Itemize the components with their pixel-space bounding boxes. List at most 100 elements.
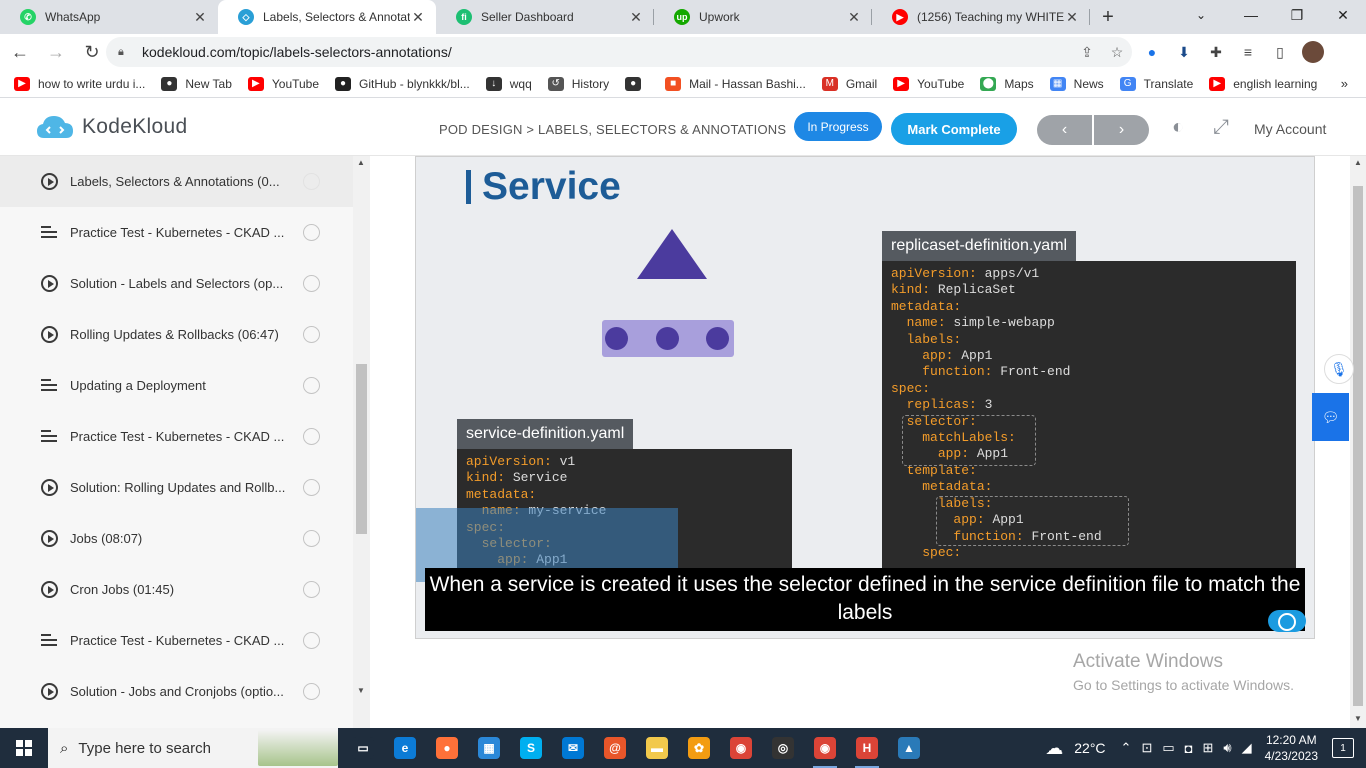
bookmark-item[interactable]: ▶ YouTube [247,76,319,91]
completion-circle-icon[interactable] [303,530,320,547]
completion-circle-icon[interactable] [303,428,320,445]
completion-circle-icon[interactable] [303,683,320,700]
new-tab-icon[interactable]: + [1090,0,1126,34]
start-button[interactable] [0,728,48,768]
page-scroll-thumb[interactable] [1353,186,1363,706]
completion-circle-icon[interactable] [303,377,320,394]
my-account-link[interactable]: My Account [1254,121,1326,137]
close-tab-icon[interactable]: ✕ [628,9,644,26]
download-extension-icon[interactable]: ⬇ [1168,37,1200,67]
previous-lesson-button[interactable]: ‹ [1037,115,1092,145]
lesson-item[interactable]: Labels, Selectors & Annotations (0... [0,156,353,207]
bookmark-star-icon[interactable]: ☆ [1102,44,1132,61]
sidebar-scrollbar[interactable]: ▲ ▼ [353,156,370,728]
lesson-item[interactable]: Solution - Labels and Selectors (op... [0,258,353,309]
close-tab-icon[interactable]: ✕ [410,9,426,26]
taskbar-app[interactable]: @ [597,728,633,768]
browser-tab[interactable]: up Upwork ✕ [654,0,872,34]
taskbar-app[interactable]: ▲ [891,728,927,768]
bookmark-item[interactable]: ▶ english learning [1209,76,1317,91]
lesson-item[interactable]: Solution - Jobs and Cronjobs (optio... [0,666,353,717]
browser-tab[interactable]: fi Seller Dashboard ✕ [436,0,654,34]
lesson-item[interactable]: Solution: Rolling Updates and Rollb... [0,462,353,513]
taskbar-app[interactable]: e [387,728,423,768]
completion-circle-icon[interactable] [303,632,320,649]
lesson-item[interactable]: Practice Test - Kubernetes - CKAD ... [0,411,353,462]
bookmark-item[interactable]: ▶ how to write urdu i... [14,76,145,91]
completion-circle-icon[interactable] [303,581,320,598]
taskbar-app[interactable]: ● [429,728,465,768]
taskbar-app[interactable]: ◎ [765,728,801,768]
mark-complete-button[interactable]: Mark Complete [891,113,1017,145]
wifi-icon[interactable]: ◢ [1242,740,1252,756]
taskbar-app[interactable]: ▭ [345,728,381,768]
fullscreen-icon[interactable]: ⤢ [1213,116,1229,139]
lesson-item[interactable]: Jobs (08:07) [0,513,353,564]
more-bookmarks-icon[interactable]: » [1341,76,1348,91]
page-scrollbar[interactable]: ▲ ▼ [1350,156,1366,728]
bookmark-item[interactable]: ▶ YouTube [893,76,964,91]
browser-tab[interactable]: ✆ WhatsApp ✕ [0,0,218,34]
sidebar-scroll-thumb[interactable] [356,364,367,534]
profile-avatar[interactable] [1302,41,1324,63]
completion-circle-icon[interactable] [303,224,320,241]
bookmark-item[interactable]: ▦ News [1049,76,1104,91]
taskbar-search-input[interactable]: ⌕ Type here to search [48,728,338,768]
tab-search-icon[interactable]: ⌄ [1186,0,1216,30]
taskbar-app[interactable]: ◉ [807,728,843,768]
side-panel-icon[interactable]: ▯ [1264,37,1296,67]
bookmark-item[interactable]: ↓ wqq [485,76,532,91]
reload-icon[interactable]: ↻ [76,36,108,68]
voice-input-icon[interactable]: 🎙︎ [1324,354,1354,384]
bookmark-item[interactable]: ↺ History [547,76,609,91]
url-text[interactable]: kodekloud.com/topic/labels-selectors-ann… [142,44,1072,60]
completion-circle-icon[interactable] [303,173,320,190]
lesson-item[interactable]: Cron Jobs (01:45) [0,564,353,615]
bookmark-item[interactable]: ■ Mail - Hassan Bashi... [665,76,806,91]
temperature[interactable]: 22°C [1074,740,1105,756]
puzzle-extensions-icon[interactable]: ✚ [1200,37,1232,67]
back-arrow-icon[interactable]: ← [4,36,36,68]
weather-icon[interactable]: ☁ [1045,738,1063,759]
browser-tab[interactable]: ▶ (1256) Teaching my WHITE fr ✕ [872,0,1090,34]
bookmark-item[interactable]: ● New Tab [161,76,232,91]
bookmark-item[interactable]: ● [625,76,649,91]
network-adapter-icon[interactable]: ⊡ [1141,740,1152,756]
bookmark-item[interactable]: M Gmail [821,76,877,91]
taskbar-app[interactable]: ▦ [471,728,507,768]
scroll-down-icon[interactable]: ▼ [357,686,365,695]
lesson-item[interactable]: Rolling Updates & Rollbacks (06:47) [0,309,353,360]
reading-list-icon[interactable]: ≡ [1232,37,1264,67]
maximize-icon[interactable]: ❐ [1274,0,1320,30]
microphone-extension-icon[interactable]: ● [1136,37,1168,67]
lesson-item[interactable]: Practice Test - Kubernetes - CKAD ... [0,615,353,666]
volume-icon[interactable]: 🔊︎ [1223,740,1231,756]
minimize-icon[interactable]: — [1228,0,1274,30]
kodekloud-logo[interactable]: KodeKloud [36,114,187,140]
bookmark-item[interactable]: ● GitHub - blynkkk/bl... [335,76,470,91]
page-scroll-down-icon[interactable]: ▼ [1354,714,1362,723]
taskbar-app[interactable]: ▬ [639,728,675,768]
page-scroll-up-icon[interactable]: ▲ [1354,158,1362,167]
close-tab-icon[interactable]: ✕ [1064,9,1080,26]
webcam-icon[interactable]: ◘ [1185,741,1193,756]
chat-support-icon[interactable]: 💬︎ [1312,393,1349,441]
taskbar-app[interactable]: H [849,728,885,768]
taskbar-clock[interactable]: 12:20 AM 4/23/2023 [1265,732,1318,764]
show-hidden-icons-icon[interactable]: ⌃ [1121,740,1132,756]
lesson-item[interactable]: Updating a Deployment [0,360,353,411]
forward-arrow-icon[interactable]: → [40,36,72,68]
scroll-up-icon[interactable]: ▲ [357,158,365,167]
close-tab-icon[interactable]: ✕ [846,9,862,26]
completion-circle-icon[interactable] [303,326,320,343]
completion-circle-icon[interactable] [303,479,320,496]
taskbar-app[interactable]: ✉ [555,728,591,768]
dark-mode-icon[interactable]: ◐ [1172,116,1184,139]
bookmark-item[interactable]: ⬤ Maps [980,76,1034,91]
in-progress-badge[interactable]: In Progress [794,112,882,141]
close-tab-icon[interactable]: ✕ [192,9,208,26]
notifications-icon[interactable]: 1 [1332,738,1354,758]
completion-circle-icon[interactable] [303,275,320,292]
share-icon[interactable]: ⇪ [1072,44,1102,61]
bookmark-item[interactable]: G Translate [1119,76,1193,91]
